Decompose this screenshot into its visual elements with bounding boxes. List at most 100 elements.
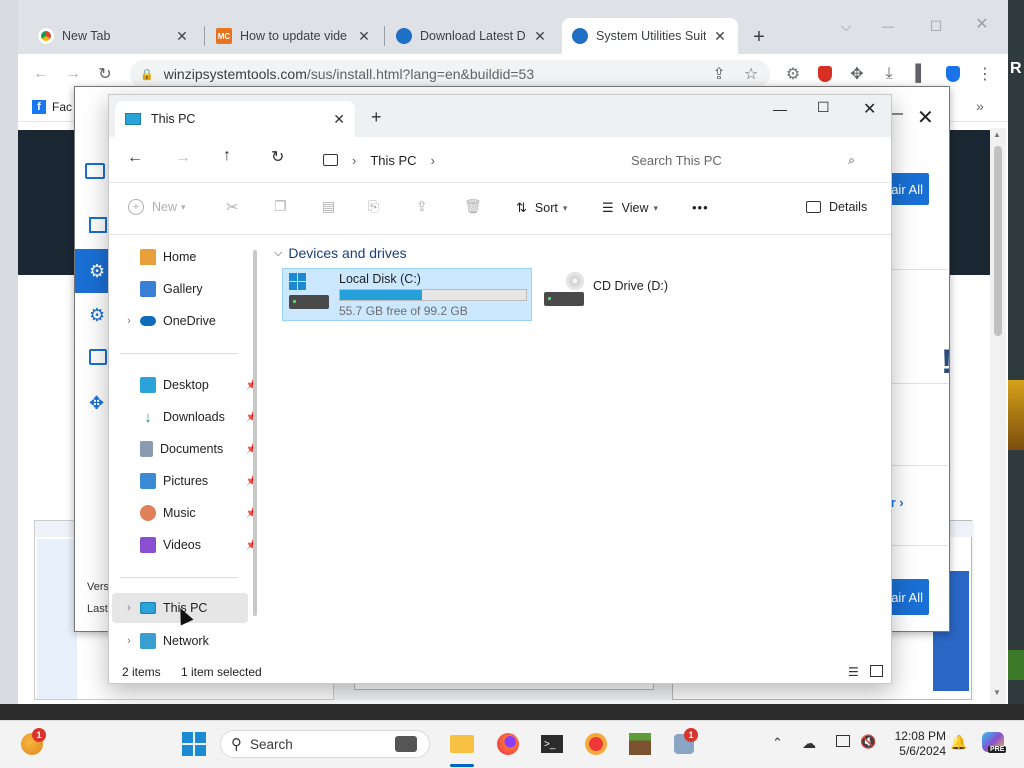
- explorer-address-bar[interactable]: › This PC ›: [309, 143, 609, 177]
- close-tab-icon[interactable]: ✕: [356, 28, 372, 45]
- security-shield-icon[interactable]: [942, 63, 964, 85]
- page-scrollbar-thumb[interactable]: [994, 146, 1002, 336]
- maximize-icon[interactable]: ☐: [817, 99, 830, 116]
- page-scrollbar[interactable]: ▲ ▼: [990, 128, 1006, 704]
- paste-icon[interactable]: ▤: [322, 198, 335, 215]
- close-tab-icon[interactable]: ✕: [532, 28, 548, 45]
- bookmark-star-icon[interactable]: ☆: [740, 63, 762, 85]
- installer-close-icon[interactable]: ✕: [917, 105, 934, 130]
- start-button[interactable]: [180, 730, 208, 758]
- monitor-icon[interactable]: [85, 163, 105, 179]
- more-bookmarks-icon[interactable]: »: [976, 98, 984, 114]
- close-tab-icon[interactable]: ✕: [712, 28, 728, 45]
- nav-scrollbar[interactable]: [253, 250, 257, 616]
- nav-item-network[interactable]: › Network: [118, 626, 268, 656]
- gear-outline-icon[interactable]: ⚙: [89, 305, 105, 326]
- taskbar-vivaldi[interactable]: [582, 730, 610, 758]
- browser-menu-icon[interactable]: ⋮: [974, 63, 996, 85]
- chevron-up-icon[interactable]: ⌃: [772, 735, 783, 751]
- browser-tab-download-latest[interactable]: Download Latest Dr ✕: [386, 18, 558, 54]
- nav-item-home[interactable]: Home: [118, 242, 268, 272]
- expand-chevron-icon[interactable]: ›: [118, 315, 140, 327]
- address-bar[interactable]: 🔒 winzipsystemtools.com/sus/install.html…: [130, 60, 770, 88]
- maximize-browser-icon[interactable]: ☐: [926, 16, 946, 36]
- new-tab-button[interactable]: +: [748, 26, 770, 48]
- taskbar-firefox[interactable]: [494, 730, 522, 758]
- cut-icon[interactable]: ✂: [226, 198, 239, 216]
- share-icon[interactable]: ⇪: [708, 63, 730, 85]
- details-view-icon[interactable]: ☰: [848, 665, 859, 679]
- copy-icon[interactable]: ❐: [274, 198, 287, 215]
- forward-arrow-icon[interactable]: →: [175, 149, 191, 167]
- repair-all-button-bottom[interactable]: air All: [889, 579, 929, 615]
- share-icon[interactable]: ⇪: [416, 198, 428, 215]
- up-arrow-icon[interactable]: ↑: [223, 147, 231, 165]
- installer-nav-selected[interactable]: ⚙: [75, 249, 109, 293]
- repair-all-button-top[interactable]: air All: [889, 173, 929, 205]
- cloud-offline-icon[interactable]: ☁: [802, 735, 816, 752]
- nav-item-documents[interactable]: Documents 📌: [118, 434, 268, 464]
- rename-icon[interactable]: ⎘: [368, 198, 379, 215]
- volume-muted-icon[interactable]: 🔇: [860, 734, 876, 750]
- nav-item-desktop[interactable]: Desktop 📌: [118, 370, 268, 400]
- view-button[interactable]: ☰ View ▾: [602, 200, 658, 216]
- explorer-tab-this-pc[interactable]: This PC ✕: [115, 101, 355, 137]
- nav-item-music[interactable]: Music 📌: [118, 498, 268, 528]
- home-outline-icon[interactable]: [89, 217, 107, 233]
- close-browser-icon[interactable]: ✕: [972, 14, 992, 34]
- back-arrow-icon[interactable]: ←: [127, 149, 143, 167]
- taskbar-search-box[interactable]: ⚲ Search: [220, 730, 430, 758]
- close-window-icon[interactable]: ✕: [863, 99, 876, 119]
- tab-search-icon[interactable]: ⌵: [836, 16, 856, 36]
- expand-chevron-icon[interactable]: ›: [118, 635, 140, 647]
- more-options-button[interactable]: •••: [692, 200, 709, 215]
- taskbar-terminal[interactable]: >_: [538, 730, 566, 758]
- add-tab-button[interactable]: +: [371, 107, 382, 128]
- taskbar-system-utilities[interactable]: 1: [670, 728, 698, 758]
- weather-widget[interactable]: 1: [18, 728, 46, 758]
- tiles-view-icon[interactable]: [870, 665, 883, 677]
- network-display-icon[interactable]: [836, 735, 850, 747]
- nav-item-videos[interactable]: Videos 📌: [118, 530, 268, 560]
- notifications-bell-icon[interactable]: 🔔: [950, 734, 967, 751]
- scroll-down-icon[interactable]: ▼: [993, 688, 1001, 697]
- nav-item-onedrive[interactable]: › OneDrive: [118, 306, 268, 336]
- copilot-preview-button[interactable]: PRE: [980, 730, 1007, 758]
- downloads-icon[interactable]: ⤓: [878, 63, 900, 85]
- back-icon[interactable]: ←: [30, 63, 52, 85]
- nav-item-downloads[interactable]: ↓ Downloads 📌: [118, 402, 268, 432]
- minimize-browser-icon[interactable]: —: [878, 16, 898, 36]
- taskbar-minecraft[interactable]: [626, 730, 654, 758]
- taskbar-clock[interactable]: 12:08 PM 5/6/2024: [886, 729, 946, 759]
- reload-icon[interactable]: ↻: [94, 63, 116, 85]
- bookmark-facebook[interactable]: f Fac: [32, 100, 72, 114]
- close-tab-icon[interactable]: ✕: [174, 28, 190, 45]
- refresh-icon[interactable]: ↻: [271, 147, 284, 167]
- puzzle-icon[interactable]: ✥: [89, 393, 104, 414]
- browser-tab-new-tab[interactable]: New Tab ✕: [28, 18, 200, 54]
- new-button[interactable]: + New ▾: [128, 199, 186, 215]
- taskbar-file-explorer[interactable]: [448, 730, 476, 758]
- expand-chevron-icon[interactable]: ›: [118, 602, 140, 614]
- adblock-shield-icon[interactable]: [814, 63, 836, 85]
- delete-icon[interactable]: 🗑: [464, 198, 482, 215]
- sort-button[interactable]: ⇅ Sort ▾: [516, 200, 567, 216]
- details-pane-button[interactable]: Details: [806, 200, 867, 214]
- drive-cd-d[interactable]: CD Drive (D:): [540, 270, 760, 320]
- toolbox-icon[interactable]: [89, 349, 107, 365]
- explorer-search-box[interactable]: Search This PC ⌕: [617, 143, 879, 177]
- extensions-puzzle-icon[interactable]: ✥: [846, 63, 868, 85]
- browser-tab-system-utilities[interactable]: System Utilities Suite ✕: [562, 18, 738, 54]
- devices-section-header[interactable]: ⌵ Devices and drives: [274, 245, 407, 261]
- nav-item-gallery[interactable]: Gallery: [118, 274, 268, 304]
- forward-icon[interactable]: →: [62, 63, 84, 85]
- drive-local-disk-c[interactable]: Local Disk (C:) 55.7 GB free of 99.2 GB: [282, 268, 532, 321]
- minimize-icon[interactable]: —: [773, 101, 787, 117]
- side-panel-icon[interactable]: ▌: [910, 63, 932, 85]
- close-tab-icon[interactable]: ✕: [333, 111, 345, 128]
- browser-tab-how-to-update[interactable]: MC How to update vide ✕: [206, 18, 382, 54]
- scroll-up-icon[interactable]: ▲: [993, 130, 1001, 139]
- breadcrumb-this-pc[interactable]: This PC: [370, 153, 416, 168]
- extension-gear-icon[interactable]: ⚙: [782, 63, 804, 85]
- nav-item-pictures[interactable]: Pictures 📌: [118, 466, 268, 496]
